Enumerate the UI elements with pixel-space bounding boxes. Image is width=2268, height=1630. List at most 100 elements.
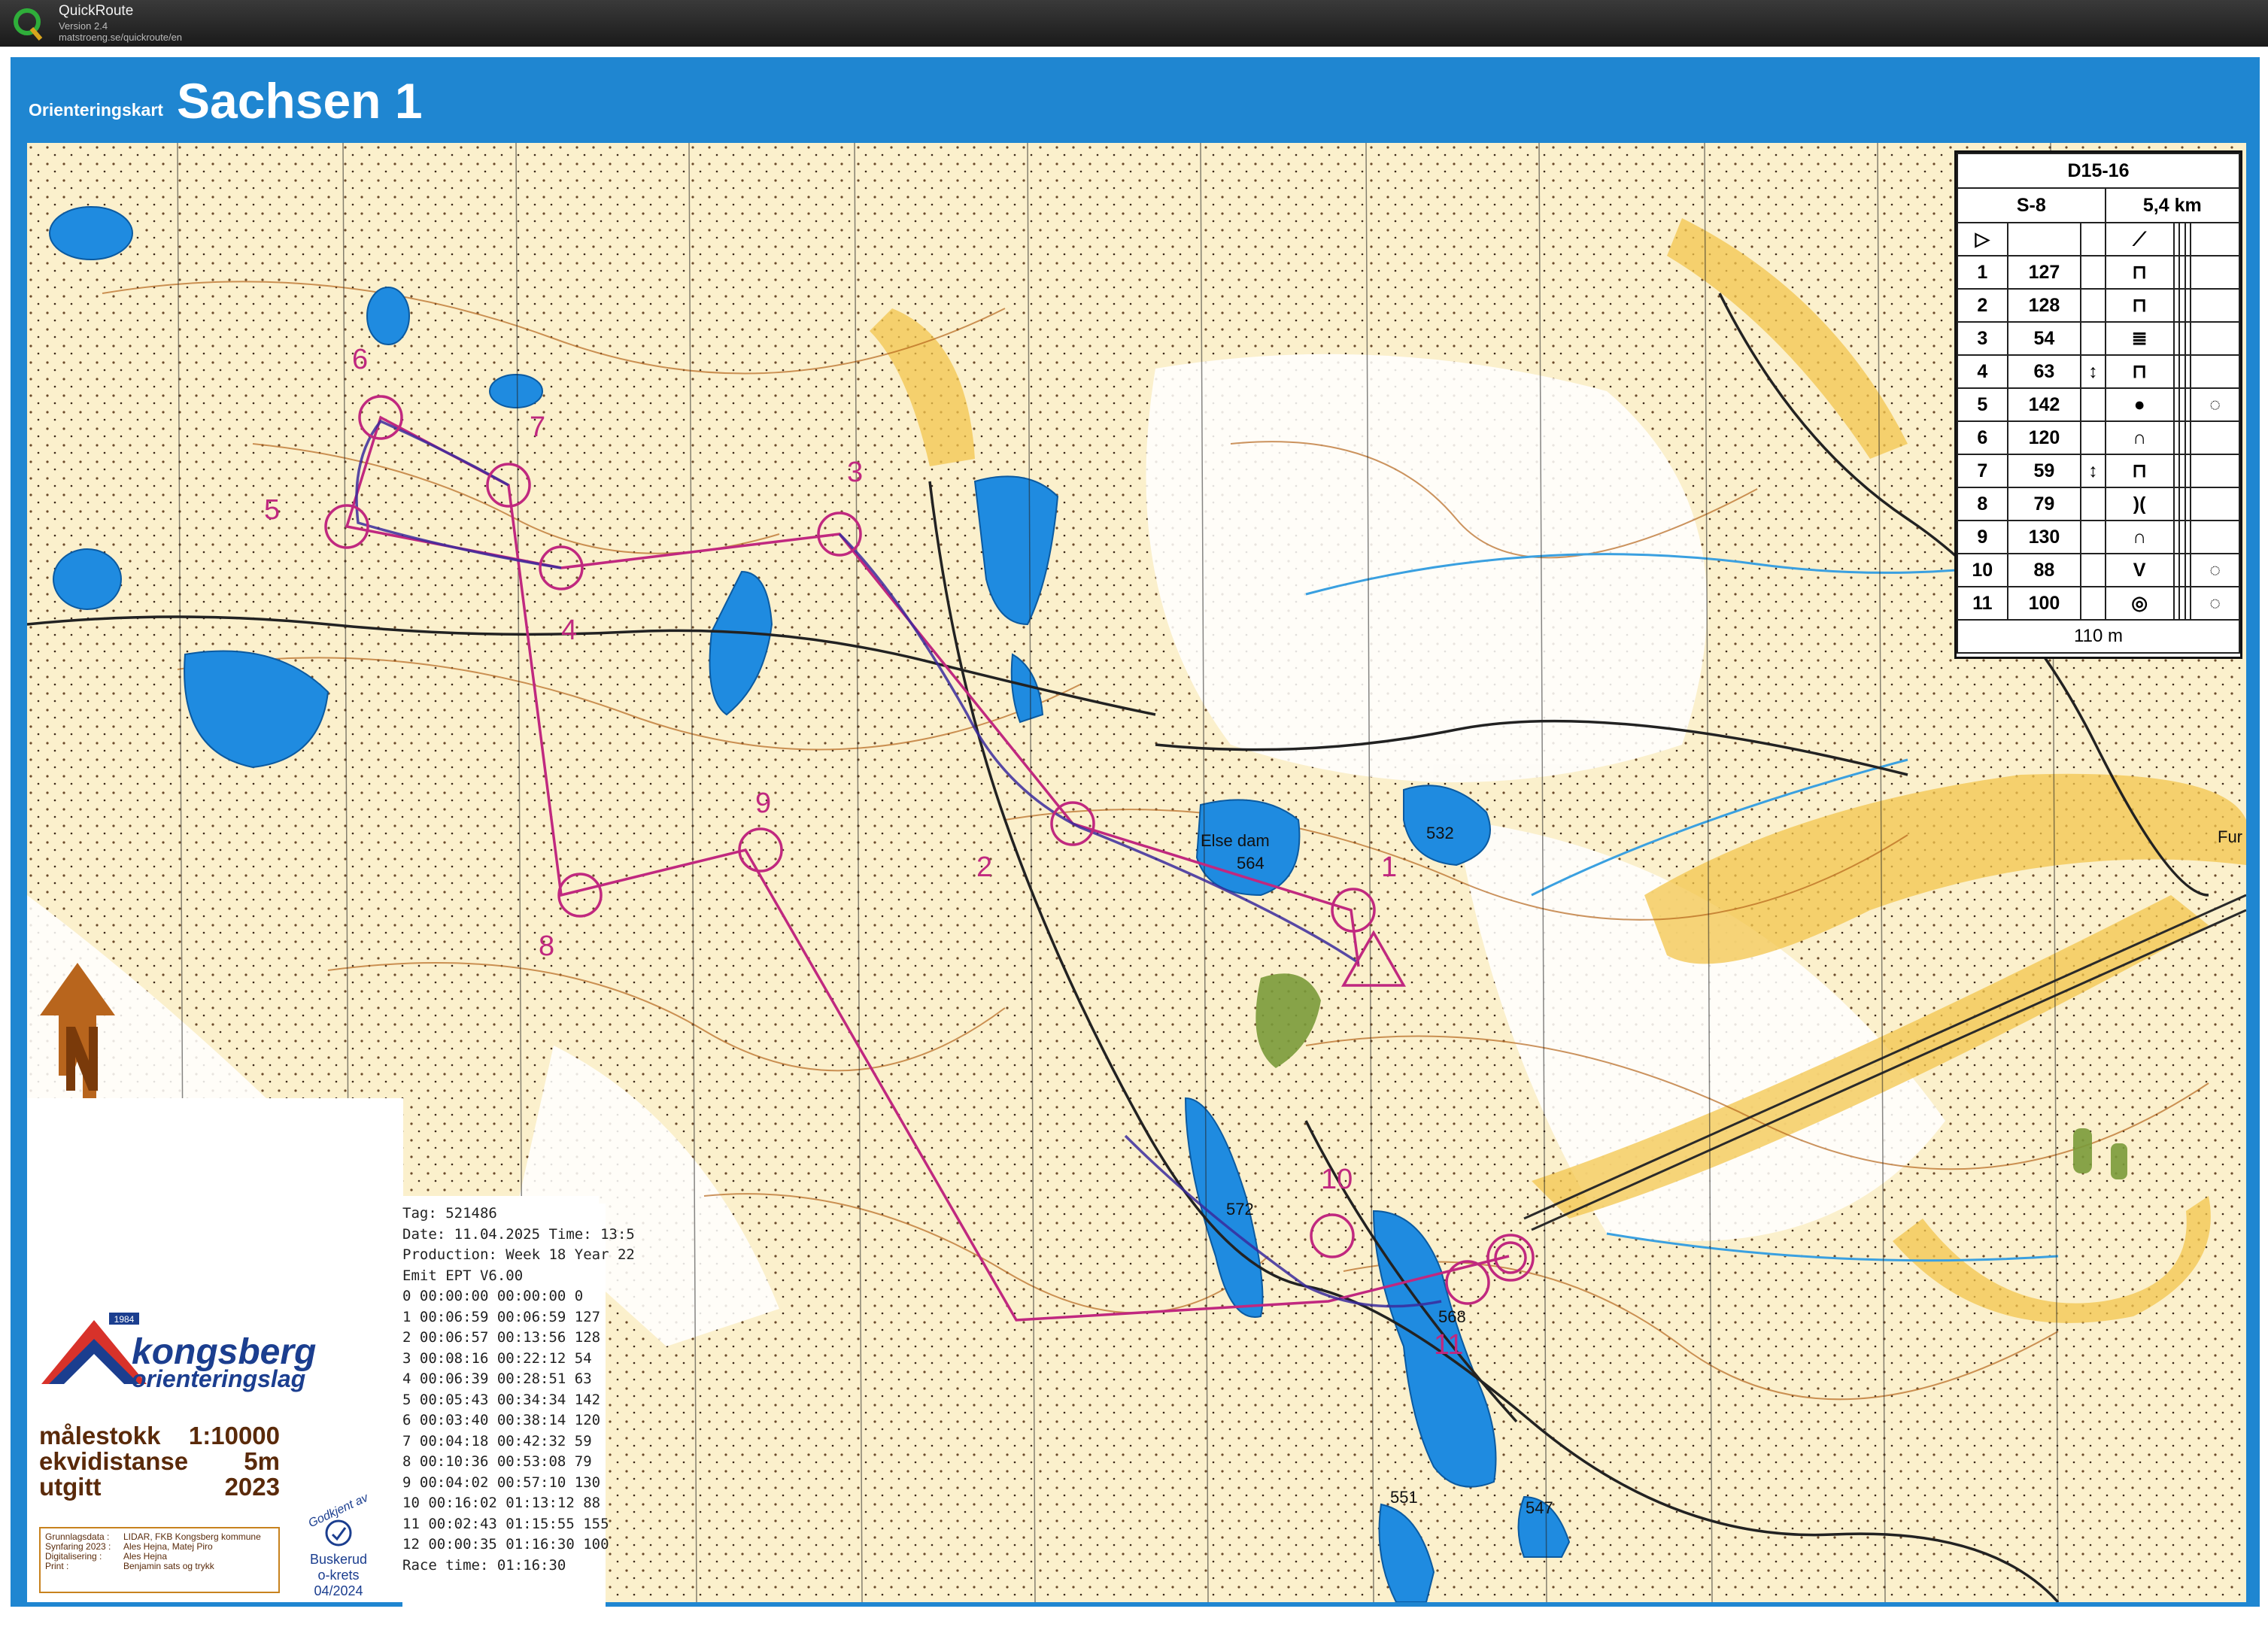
approval-org: Buskerud	[309, 1552, 368, 1567]
marsh-icon: ≣	[2104, 321, 2175, 356]
receipt-line: 1 00:06:59 00:06:59 127	[402, 1308, 601, 1325]
receipt-line: 6 00:03:40 00:38:14 120	[402, 1412, 601, 1428]
label-532: 532	[1426, 824, 1454, 842]
credit-value: Ales Hejna	[123, 1551, 168, 1562]
app-version: Version 2.4	[59, 20, 108, 32]
legend-code: 127	[2006, 255, 2082, 290]
control-number-9: 9	[755, 788, 771, 819]
app-name: QuickRoute	[59, 3, 134, 19]
legend-n: 9	[1957, 520, 2008, 554]
legend-code: 54	[2006, 321, 2082, 356]
label-547: 547	[1526, 1498, 1553, 1517]
credit-value: LIDAR, FKB Kongsberg kommune	[123, 1531, 261, 1542]
club-subtitle: orienteringslag	[132, 1365, 306, 1392]
control-number-5: 5	[264, 494, 280, 526]
legend-class: D15-16	[1957, 153, 2240, 189]
control-number-3: 3	[847, 457, 863, 488]
control-number-1: 1	[1381, 851, 1397, 883]
saddle-icon: )(	[2104, 487, 2175, 521]
club-year: 1984	[114, 1314, 135, 1325]
control-descriptions: D15-16 S-8 5,4 km ▷ ⟋ 1 127 ⊓ 2 128 ⊓ 3 54 ≣ 4 63…	[1954, 150, 2242, 659]
between-icon: ↕	[2080, 354, 2106, 389]
finish-distance: 110 m	[1957, 619, 2240, 654]
receipt-line: 7 00:04:18 00:42:32 59	[402, 1432, 592, 1449]
north-arrow-icon	[40, 963, 115, 1098]
legend-n: 4	[1957, 354, 2008, 389]
map-credits: Grunnlagsdata : LIDAR, FKB Kongsberg komm…	[39, 1527, 280, 1593]
cliff-icon: ⊓	[2104, 354, 2175, 389]
boulder-icon: ●	[2104, 387, 2175, 422]
label-564: 564	[1237, 854, 1265, 873]
legend-row: 9 130 ∩	[1957, 520, 2240, 554]
app-titlebar: QuickRoute Version 2.4 matstroeng.se/qui…	[0, 0, 2268, 47]
reentrant-icon: V	[2104, 553, 2175, 587]
legend-code: 63	[2006, 354, 2082, 389]
receipt-line: Tag: 521486	[402, 1205, 497, 1222]
legend-row: 4 63 ↕ ⊓	[1957, 354, 2240, 389]
approval-stamp: Godkjent av Buskerud o-krets 04/2024	[301, 1492, 376, 1599]
receipt-line: 9 00:04:02 00:57:10 130	[402, 1474, 601, 1491]
app-url: matstroeng.se/quickroute/en	[59, 32, 183, 43]
knoll-icon: ∩	[2104, 520, 2175, 554]
approval-date: 04/2024	[314, 1583, 363, 1598]
split-receipt: Tag: 521486 Date: 11.04.2025 Time: 13:5 …	[402, 1204, 635, 1610]
top-icon: ◌	[2190, 586, 2240, 621]
legend-code: 100	[2006, 586, 2082, 621]
legend-row: 2 128 ⊓	[1957, 288, 2240, 323]
foot-icon: ◌	[2190, 553, 2240, 587]
label-else-dam: Else dam	[1201, 831, 1270, 850]
legend-row: 6 120 ∩	[1957, 420, 2240, 455]
receipt-line: Emit EPT V6.00	[402, 1267, 524, 1284]
start-symbol-icon: ▷	[1957, 222, 2008, 256]
credit-key: Grunnlagsdata :	[45, 1531, 110, 1542]
legend-row: 5 142 ● ◌	[1957, 387, 2240, 422]
between-icon: ↕	[2080, 454, 2106, 488]
legend-code: 130	[2006, 520, 2082, 554]
quickroute-logo-icon	[14, 8, 43, 41]
top-icon: ◌	[2190, 387, 2240, 422]
cliff-icon: ⊓	[2104, 288, 2175, 323]
credit-key: Synfaring 2023 :	[45, 1541, 111, 1552]
legend-n: 8	[1957, 487, 2008, 521]
cliff-icon: ⊓	[2104, 255, 2175, 290]
credit-key: Digitalisering :	[45, 1551, 102, 1562]
map-info: målestokk 1:10000 ekvidistanse 5m utgitt 20…	[39, 1422, 280, 1501]
info-value: 1:10000	[188, 1422, 280, 1449]
control-number-2: 2	[976, 851, 992, 883]
knoll-icon: ∩	[2104, 420, 2175, 455]
legend-n: 10	[1957, 553, 2008, 587]
legend-n: 11	[1957, 586, 2008, 621]
info-value: 5m	[244, 1447, 280, 1475]
control-number-6: 6	[352, 344, 368, 375]
info-value: 2023	[224, 1473, 280, 1501]
legend-n: 6	[1957, 420, 2008, 455]
receipt-line: Production: Week 18 Year 22	[402, 1246, 635, 1263]
legend-code: 142	[2006, 387, 2082, 422]
receipt-line: Race time: 01:16:30	[402, 1556, 566, 1574]
legend-course: S-8	[1957, 187, 2106, 223]
receipt-line: 8 00:10:36 00:53:08 79	[402, 1453, 592, 1470]
receipt-line: 4 00:06:39 00:28:51 63	[402, 1370, 592, 1387]
legend-n: 2	[1957, 288, 2008, 323]
legend-row: 1 127 ⊓	[1957, 255, 2240, 290]
legend-row: 11 100 ◎ ◌	[1957, 586, 2240, 621]
label-551: 551	[1390, 1488, 1418, 1507]
legend-code: 120	[2006, 420, 2082, 455]
legend-code: 79	[2006, 487, 2082, 521]
control-number-10: 10	[1321, 1164, 1353, 1195]
depression-icon: ◎	[2104, 586, 2175, 621]
receipt-line: 12 00:00:35 01:16:30 100	[402, 1536, 609, 1553]
legend-row: 7 59 ↕ ⊓	[1957, 454, 2240, 488]
receipt-line: 5 00:05:43 00:34:34 142	[402, 1391, 601, 1408]
legend-n: 1	[1957, 255, 2008, 290]
credit-key: Print :	[45, 1561, 69, 1571]
control-number-11: 11	[1434, 1329, 1463, 1361]
legend-row: 8 79 )(	[1957, 487, 2240, 521]
info-key: målestokk	[39, 1422, 161, 1449]
map-type-label: Orienteringskart	[29, 100, 163, 120]
legend-code: 59	[2006, 454, 2082, 488]
receipt-line: 11 00:02:43 01:15:55 155	[402, 1515, 609, 1532]
info-key: ekvidistanse	[39, 1447, 189, 1475]
receipt-line: 2 00:06:57 00:13:56 128	[402, 1329, 601, 1346]
label-572: 572	[1226, 1200, 1254, 1219]
